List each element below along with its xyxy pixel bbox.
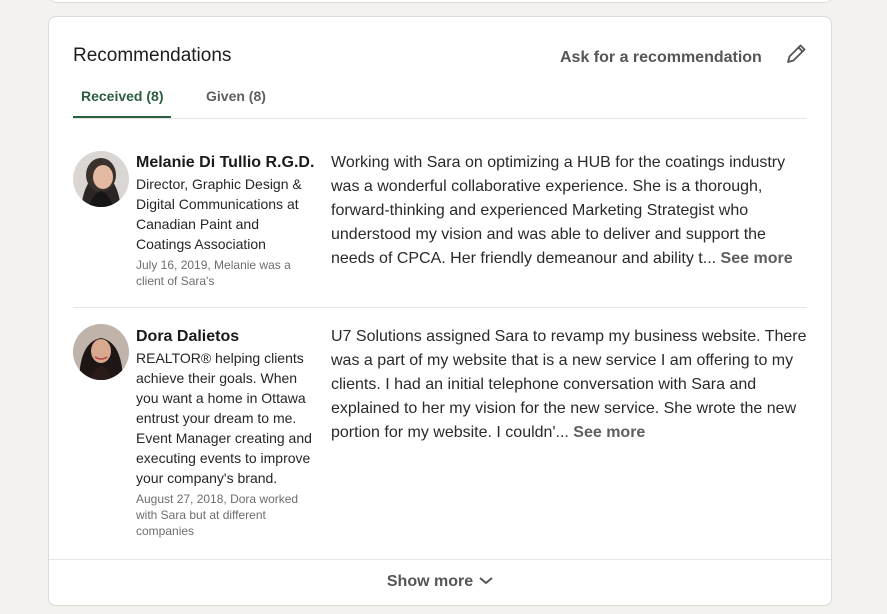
show-more-button[interactable]: Show more (49, 559, 831, 605)
recommendation-date: July 16, 2019, Melanie was a client of S… (136, 258, 291, 288)
recommender-info: Dora Dalietos REALTOR® helping clients a… (136, 327, 316, 539)
recommendation-text: Working with Sara on optimizing a HUB fo… (331, 151, 807, 271)
recommendation-item: Dora Dalietos REALTOR® helping clients a… (73, 307, 807, 559)
show-more-label: Show more (386, 573, 474, 591)
recommendation-text: U7 Solutions assigned Sara to revamp my … (331, 325, 807, 445)
recommendation-tabs: Received (8) Given (8) (73, 83, 807, 119)
recommender-name[interactable]: Melanie Di Tullio R.G.D. (136, 153, 316, 173)
recommendation-text-content: Working with Sara on optimizing a HUB fo… (331, 154, 786, 267)
tab-given[interactable]: Given (8) (206, 88, 266, 118)
chevron-down-icon (479, 560, 493, 604)
recommendations-card: Recommendations Ask for a recommendation… (48, 16, 832, 606)
recommender-headline: Director, Graphic Design & Digital Commu… (136, 176, 302, 252)
previous-section-card (49, 0, 833, 3)
recommender-headline: REALTOR® helping clients achieve their g… (136, 350, 312, 486)
see-more-link[interactable]: See more (721, 250, 793, 267)
recommendation-text-content: U7 Solutions assigned Sara to revamp my … (331, 328, 807, 441)
avatar[interactable] (73, 151, 129, 207)
recommendation-date: August 27, 2018, Dora worked with Sara b… (136, 492, 299, 538)
see-more-link[interactable]: See more (573, 424, 645, 441)
recommendation-item: Melanie Di Tullio R.G.D. Director, Graph… (73, 134, 807, 308)
section-title: Recommendations (73, 45, 232, 66)
recommender-info: Melanie Di Tullio R.G.D. Director, Graph… (136, 153, 316, 289)
pencil-icon[interactable] (783, 41, 809, 67)
avatar[interactable] (73, 324, 129, 380)
ask-for-recommendation-button[interactable]: Ask for a recommendation (560, 49, 762, 67)
tab-received[interactable]: Received (8) (73, 88, 172, 118)
recommender-name[interactable]: Dora Dalietos (136, 327, 316, 347)
